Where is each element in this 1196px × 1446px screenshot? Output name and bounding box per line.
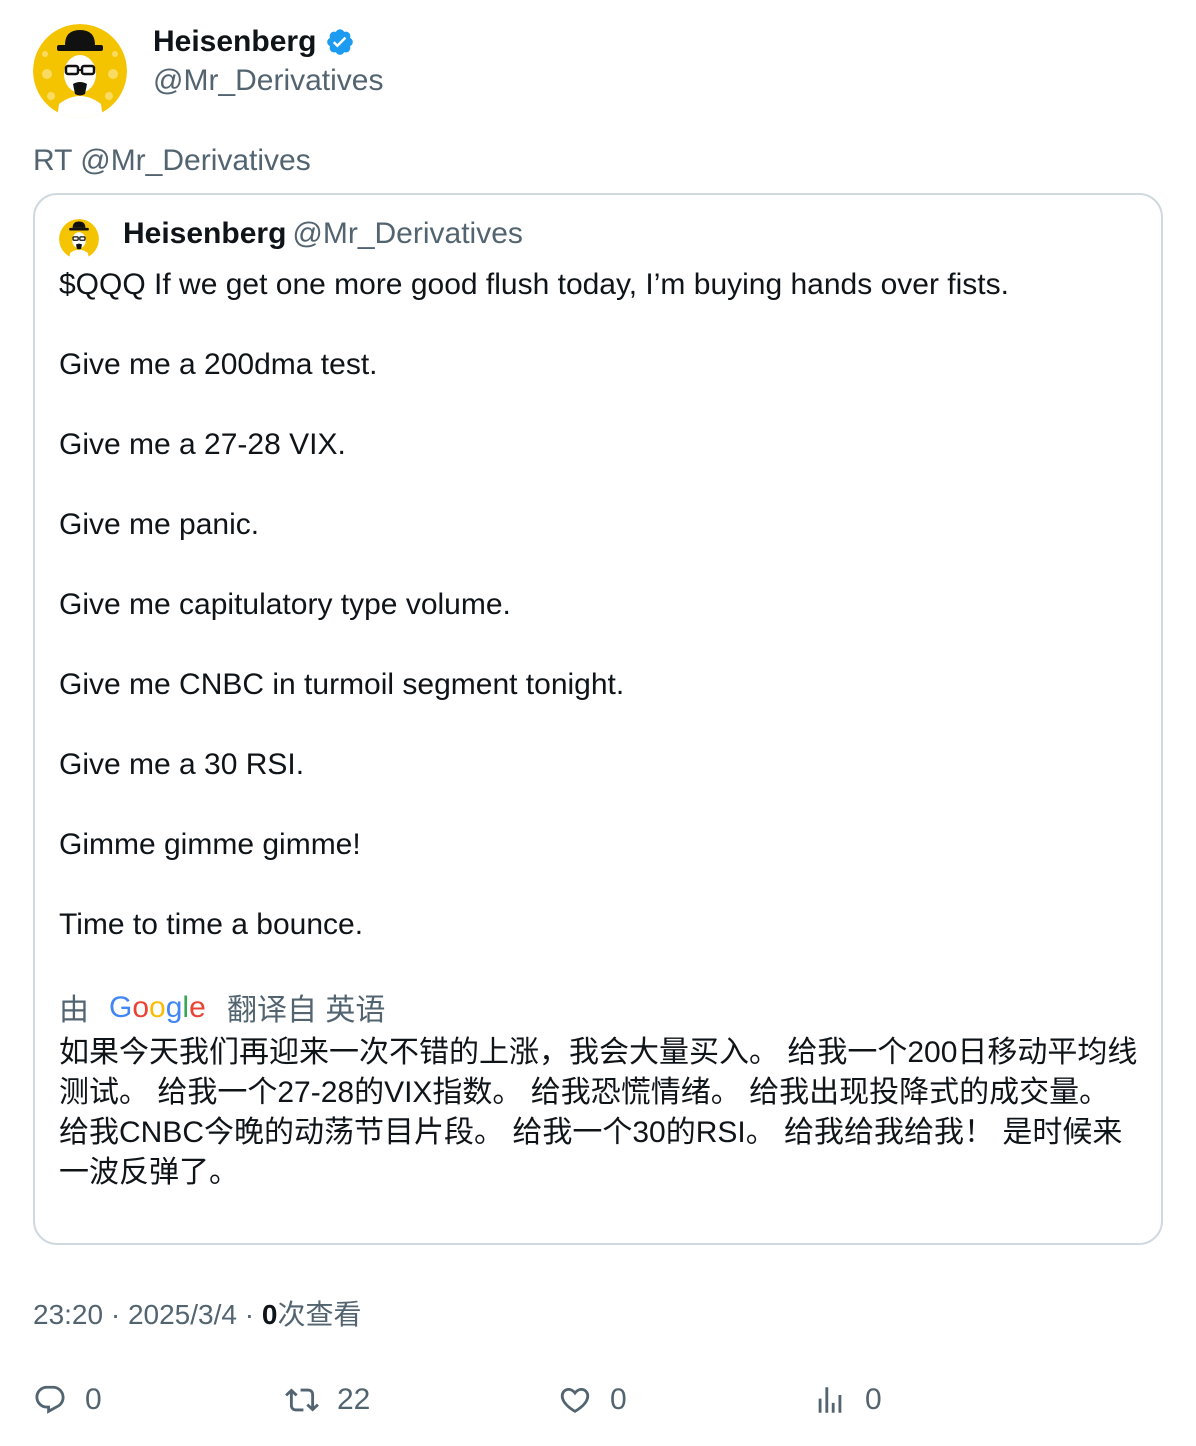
tweet-time[interactable]: 23:20 — [33, 1299, 103, 1330]
quoted-line: Give me a 30 RSI. — [59, 748, 305, 781]
retweet-button[interactable]: 22 — [285, 1380, 370, 1420]
translation-prefix: 由 — [59, 994, 89, 1027]
quoted-line: Give me a 200dma test. — [59, 348, 378, 381]
author-handle[interactable]: @Mr_Derivatives — [153, 64, 384, 98]
quoted-line: Give me panic. — [59, 508, 260, 541]
retweet-text: RT @Mr_Derivatives — [33, 144, 311, 177]
quoted-display-name[interactable]: Heisenberg — [123, 217, 286, 250]
views-count: 0 — [261, 1299, 278, 1330]
translation-suffix: 翻译自 英语 — [227, 994, 386, 1027]
quoted-line: Gimme gimme gimme! — [59, 828, 361, 861]
quoted-line: Give me capitulatory type volume. — [59, 588, 511, 621]
action-bar: 0 22 0 0 — [33, 1380, 1163, 1420]
translated-text: 如果今天我们再迎来一次不错的上涨，我会大量买入。 给我一个200日移动平均线测试… — [59, 1036, 1138, 1189]
quoted-handle[interactable]: @Mr_Derivatives — [292, 217, 523, 250]
retweet-count: 22 — [337, 1383, 371, 1416]
svg-text:Google: Google — [109, 991, 206, 1023]
quoted-tweet[interactable]: Heisenberg @Mr_Derivatives $QQQ If we get… — [33, 193, 1163, 1245]
quoted-line: Give me a 27-28 VIX. — [59, 428, 346, 461]
avatar[interactable] — [33, 24, 127, 118]
google-logo-icon: Google — [109, 991, 207, 1023]
analytics-icon — [818, 1387, 842, 1413]
like-button[interactable]: 0 — [558, 1380, 627, 1420]
quoted-line: Give me CNBC in turmoil segment tonight. — [59, 668, 625, 701]
heisenberg-avatar-icon — [59, 219, 99, 259]
heart-icon — [560, 1387, 590, 1413]
reply-count: 0 — [85, 1383, 102, 1416]
meta-separator: · — [244, 1299, 255, 1330]
verified-badge-icon — [325, 27, 355, 57]
quoted-header: Heisenberg @Mr_Derivatives — [123, 217, 523, 251]
quoted-line: Time to time a bounce. — [59, 908, 364, 941]
meta-separator: · — [110, 1299, 121, 1330]
views-label: 次查看 — [277, 1299, 362, 1330]
reply-icon — [35, 1385, 65, 1414]
views-action-count: 0 — [865, 1383, 882, 1416]
quoted-text: $QQQ If we get one more good flush today… — [59, 265, 1149, 985]
tweet-header: Heisenberg @Mr_Derivatives — [33, 24, 1163, 124]
translation-attribution: 由 Google 翻译自 英语 — [59, 985, 385, 1029]
tweet-meta: 23:20 · 2025/3/4 · 0次查看 — [33, 1293, 361, 1333]
like-count: 0 — [610, 1383, 627, 1416]
quoted-avatar[interactable] — [59, 219, 99, 259]
display-name[interactable]: Heisenberg — [153, 25, 316, 59]
reply-button[interactable]: 0 — [33, 1380, 102, 1420]
retweet-icon — [285, 1388, 319, 1412]
name-row: Heisenberg — [153, 24, 355, 60]
tweet-date[interactable]: 2025/3/4 — [128, 1299, 237, 1330]
quoted-line: $QQQ If we get one more good flush today… — [59, 268, 1009, 301]
heisenberg-avatar-icon — [33, 24, 127, 118]
views-button[interactable]: 0 — [813, 1380, 882, 1420]
